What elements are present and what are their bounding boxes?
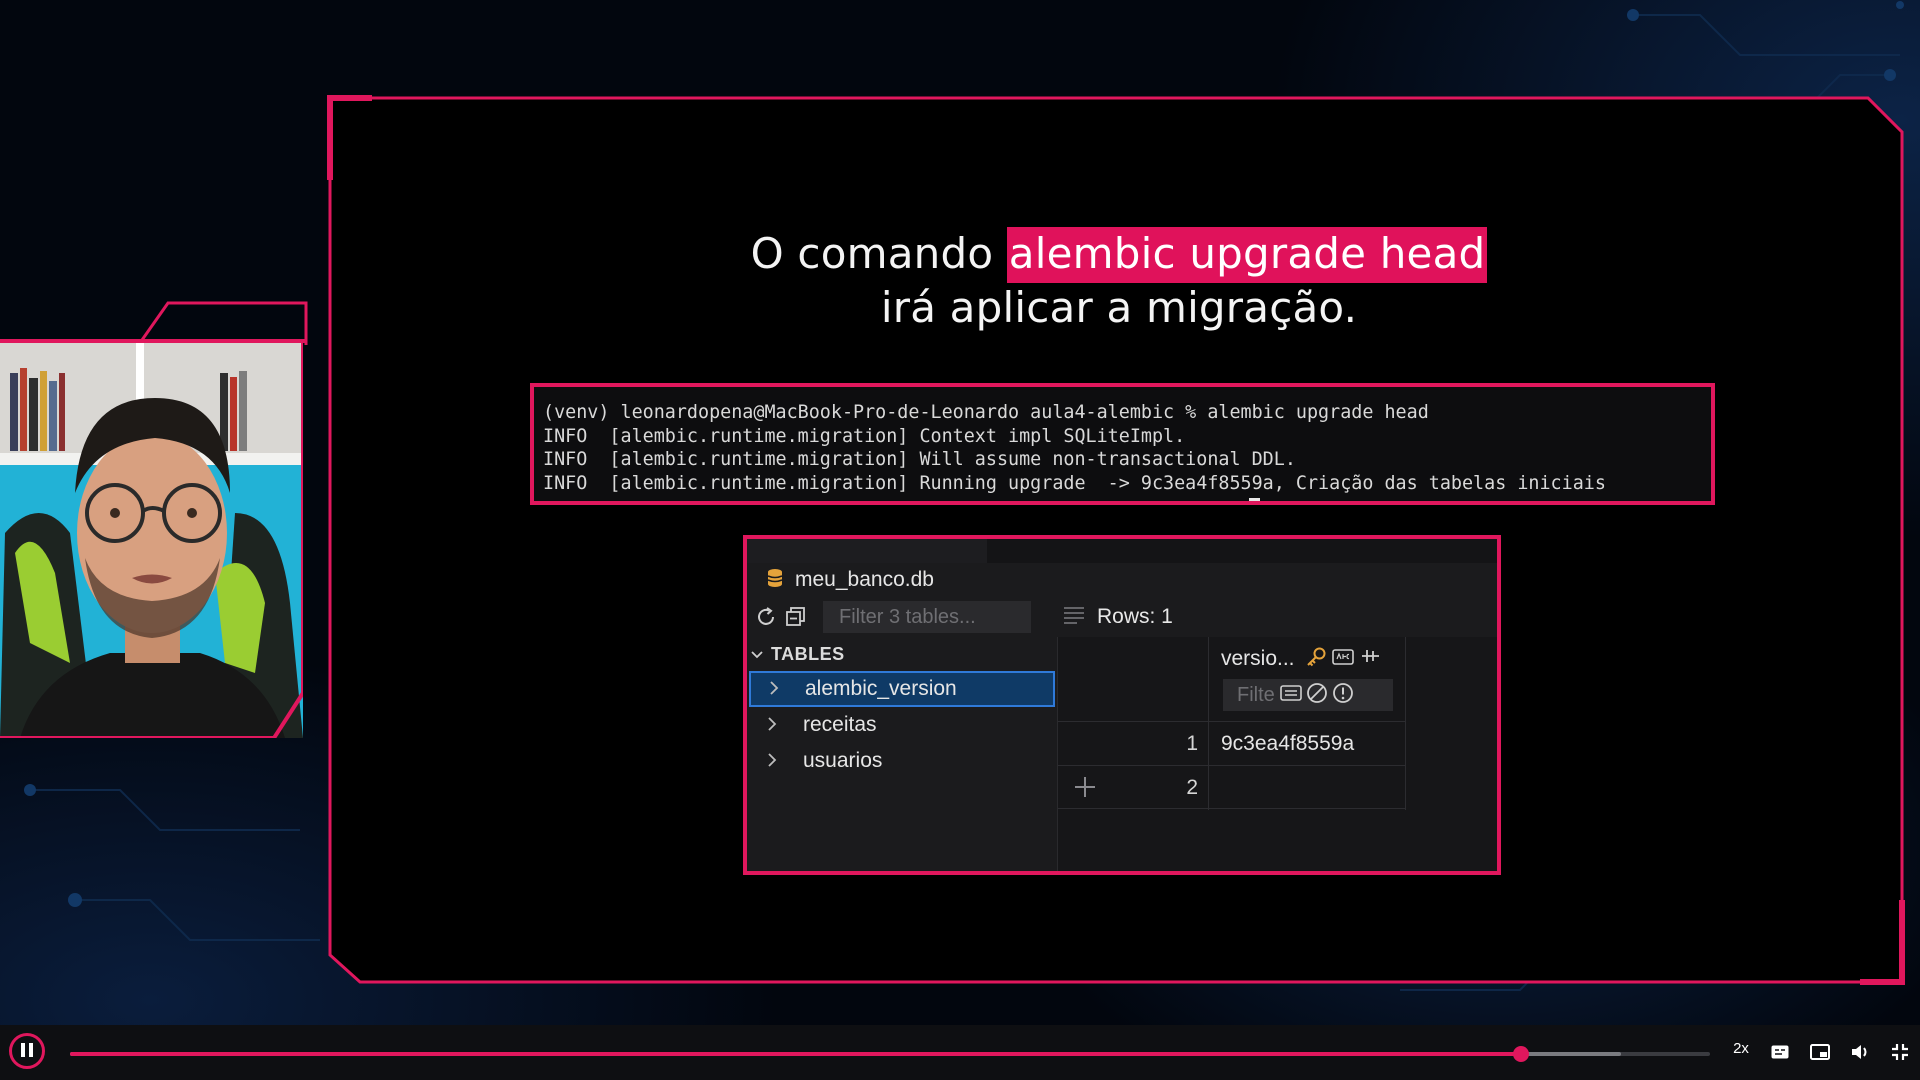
tables-sidebar: TABLES alembic_version receitas usuarios xyxy=(747,637,1057,871)
webcam-frame xyxy=(0,343,303,738)
terminal-line: INFO [alembic.runtime.migration] Running… xyxy=(543,472,1606,494)
webcam-top-tab xyxy=(0,301,308,345)
exit-fullscreen-icon[interactable] xyxy=(1889,1041,1911,1063)
terminal-line: (venv) leonardopena@MacBook-Pro-de-Leona… xyxy=(543,402,1429,423)
chevron-right-icon xyxy=(769,677,783,701)
webcam-overlay xyxy=(0,343,303,738)
rows-indicator: Rows: 1 xyxy=(1063,605,1173,629)
chevron-right-icon xyxy=(767,713,781,737)
table-item-receitas[interactable]: receitas xyxy=(747,707,1057,743)
pause-button[interactable] xyxy=(9,1033,45,1069)
table-row[interactable]: 1 9c3ea4f8559a xyxy=(1058,721,1406,766)
volume-icon[interactable] xyxy=(1849,1041,1871,1063)
column-name: versio... xyxy=(1221,647,1295,670)
video-stage[interactable]: O comando alembic upgrade head irá aplic… xyxy=(0,0,1920,1025)
table-row[interactable]: 2 xyxy=(1058,765,1406,810)
info-icon[interactable] xyxy=(1331,681,1355,710)
rows-count: Rows: 1 xyxy=(1097,605,1173,628)
pause-icon xyxy=(20,1042,34,1061)
table-item-label: usuarios xyxy=(803,749,883,772)
picture-in-picture-icon[interactable] xyxy=(1809,1041,1831,1063)
slide-title-line1: O comando alembic upgrade head xyxy=(330,227,1908,283)
row-number: 2 xyxy=(1186,776,1198,799)
row-cell[interactable] xyxy=(1208,766,1406,810)
chevron-down-icon xyxy=(751,644,763,665)
filter-tables-input[interactable] xyxy=(823,601,1031,633)
collapse-all-icon[interactable] xyxy=(785,606,807,628)
filter-mode-icon[interactable] xyxy=(1279,682,1303,709)
player-controls: 2x xyxy=(0,1025,1920,1080)
text-type-icon xyxy=(1331,646,1355,673)
slide-title-line2: irá aplicar a migração. xyxy=(880,283,1358,332)
terminal-cursor-line xyxy=(543,495,1711,501)
chevron-right-icon xyxy=(767,749,781,773)
add-row-icon[interactable] xyxy=(1072,774,1098,800)
database-viewer: meu_banco.db Rows: 1 TABLES xyxy=(743,535,1501,875)
column-filter xyxy=(1223,679,1393,711)
database-icon xyxy=(767,568,783,593)
db-toolbar: Rows: 1 xyxy=(747,597,1497,637)
null-filter-icon[interactable] xyxy=(1305,681,1329,710)
playback-speed-button[interactable]: 2x xyxy=(1726,1040,1756,1057)
data-grid: versio... 1 9c3ea4f8559a 2 xyxy=(1057,637,1497,871)
terminal-window: (venv) leonardopena@MacBook-Pro-de-Leona… xyxy=(530,383,1715,505)
progress-fill xyxy=(70,1052,1522,1056)
terminal-line: INFO [alembic.runtime.migration] Will as… xyxy=(543,449,1296,470)
table-item-label: receitas xyxy=(803,713,877,736)
db-tab[interactable] xyxy=(747,539,987,563)
key-icon xyxy=(1305,646,1327,673)
tables-header-label: TABLES xyxy=(771,643,845,664)
table-item-usuarios[interactable]: usuarios xyxy=(747,743,1057,779)
slide-title-prefix: O comando xyxy=(750,229,1007,278)
table-item-label: alembic_version xyxy=(805,677,957,700)
column-filter-input[interactable] xyxy=(1237,683,1277,707)
db-tab-strip xyxy=(747,539,1497,563)
tables-section-header[interactable]: TABLES xyxy=(747,637,1057,671)
pin-icon[interactable] xyxy=(1359,646,1381,673)
database-name: meu_banco.db xyxy=(795,568,934,591)
db-header: meu_banco.db xyxy=(747,563,1497,597)
row-number: 1 xyxy=(1186,732,1198,755)
row-cell[interactable]: 9c3ea4f8559a xyxy=(1208,722,1406,766)
progress-bar[interactable] xyxy=(70,1046,1710,1062)
rows-list-icon xyxy=(1063,606,1085,629)
table-item-alembic-version[interactable]: alembic_version xyxy=(749,671,1055,707)
column-header-icons xyxy=(1305,646,1381,673)
column-header[interactable]: versio... xyxy=(1208,637,1406,721)
subtitles-icon[interactable] xyxy=(1769,1041,1791,1063)
slide-title-highlight: alembic upgrade head xyxy=(1006,227,1488,283)
progress-handle[interactable] xyxy=(1513,1046,1530,1062)
terminal-line: INFO [alembic.runtime.migration] Context… xyxy=(543,425,1186,447)
terminal-cursor xyxy=(1249,498,1260,501)
refresh-icon[interactable] xyxy=(755,606,777,628)
